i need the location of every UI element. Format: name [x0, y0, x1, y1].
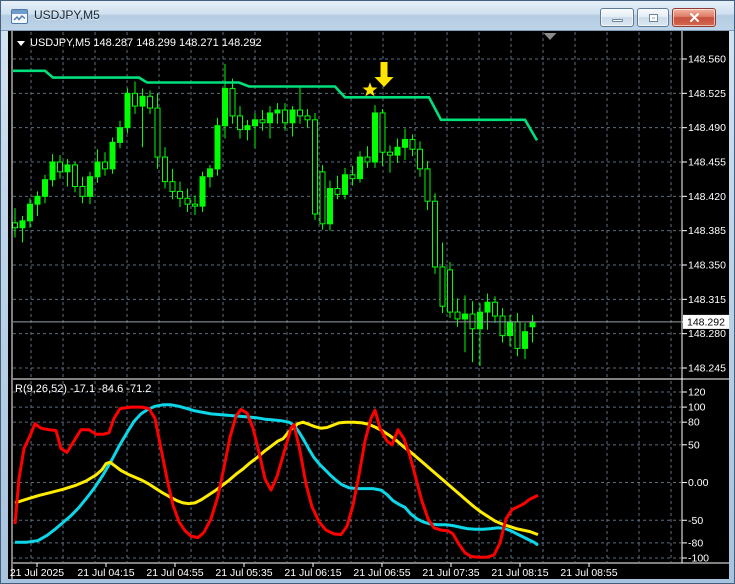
- candle-body: [477, 311, 483, 330]
- window-controls: [600, 8, 716, 27]
- candle-body: [379, 112, 386, 153]
- candle-body: [162, 156, 168, 183]
- candle-body: [57, 161, 63, 173]
- candle-body: [192, 203, 198, 207]
- candle-body: [267, 112, 273, 124]
- candle-body: [342, 174, 348, 195]
- candle-body: [394, 146, 401, 156]
- candle-body: [372, 112, 378, 163]
- candle-body: [102, 161, 108, 170]
- candle-body: [49, 161, 56, 181]
- candle-body: [462, 313, 468, 320]
- candle-body: [154, 107, 161, 158]
- candle-body: [439, 266, 446, 307]
- candle-body: [244, 125, 251, 131]
- candle-body: [12, 222, 18, 229]
- candle-body: [417, 148, 423, 170]
- price-axis-drag-area[interactable]: [682, 31, 729, 563]
- minimize-icon: [611, 19, 623, 22]
- candle-body: [94, 161, 101, 178]
- candle-body: [297, 109, 303, 117]
- candle-body: [409, 138, 416, 150]
- candle-body: [402, 138, 408, 148]
- candle-body: [252, 119, 258, 127]
- candle-body: [199, 176, 206, 207]
- candle-body: [34, 195, 41, 205]
- candle-body: [454, 311, 461, 320]
- candle-body: [169, 181, 176, 192]
- candle-body: [237, 115, 243, 131]
- candle-body: [319, 171, 326, 225]
- candle-body: [492, 301, 498, 317]
- candle-body: [304, 115, 311, 121]
- candle-body: [64, 164, 71, 173]
- candle-body: [514, 321, 521, 349]
- close-icon: [689, 13, 699, 22]
- candle-body: [424, 168, 431, 202]
- candle-body: [214, 125, 221, 170]
- candle-body: [312, 119, 318, 215]
- candle-body: [87, 176, 93, 197]
- restore-button[interactable]: [637, 8, 669, 27]
- candle-body: [177, 190, 183, 199]
- indicator-label: R(9,26,52) -17.1 -84.6 -71.2: [15, 383, 151, 395]
- candle-body: [282, 109, 288, 124]
- candle-body: [132, 92, 138, 107]
- time-axis-drag-area[interactable]: [13, 563, 681, 579]
- candle-body: [334, 187, 341, 195]
- titlebar[interactable]: USDJPY,M5: [1, 1, 734, 31]
- chart-background: [8, 31, 729, 579]
- restore-icon: [648, 13, 658, 22]
- candle-body: [529, 321, 536, 328]
- candle-body: [447, 269, 453, 313]
- symbol-ohlc-label: USDJPY,M5 148.287 148.299 148.271 148.29…: [30, 37, 262, 49]
- candle-body: [207, 168, 213, 178]
- candle-body: [147, 95, 153, 109]
- candle-body: [507, 321, 513, 337]
- candle-body: [229, 87, 236, 117]
- candle-body: [499, 315, 506, 337]
- candle-body: [72, 164, 78, 188]
- window-title: USDJPY,M5: [34, 8, 100, 22]
- candle-body: [222, 87, 228, 127]
- candle-body: [79, 186, 86, 197]
- candle-body: [484, 301, 491, 313]
- candle-body: [184, 197, 191, 205]
- candle-body: [349, 174, 356, 180]
- candle-body: [364, 156, 371, 163]
- candle-body: [387, 151, 393, 156]
- chart-window-icon: [11, 9, 28, 24]
- candle-body: [42, 179, 48, 197]
- candle-body: [432, 200, 438, 268]
- candle-body: [19, 220, 26, 229]
- candle-body: [117, 127, 123, 143]
- candle-body: [124, 92, 131, 129]
- mt4-chart-window: 148.560148.525148.490148.455148.420148.3…: [0, 0, 735, 584]
- minimize-button[interactable]: [600, 8, 634, 27]
- candle-body: [274, 109, 281, 114]
- candle-body: [522, 331, 528, 349]
- close-button[interactable]: [672, 8, 716, 27]
- candle-body: [259, 119, 266, 124]
- candle-body: [27, 203, 33, 222]
- candle-body: [289, 109, 296, 124]
- candle-body: [139, 95, 146, 107]
- chart-canvas: 148.560148.525148.490148.455148.420148.3…: [8, 31, 729, 579]
- candle-body: [357, 156, 363, 180]
- candle-body: [327, 187, 333, 225]
- candle-body: [109, 141, 116, 170]
